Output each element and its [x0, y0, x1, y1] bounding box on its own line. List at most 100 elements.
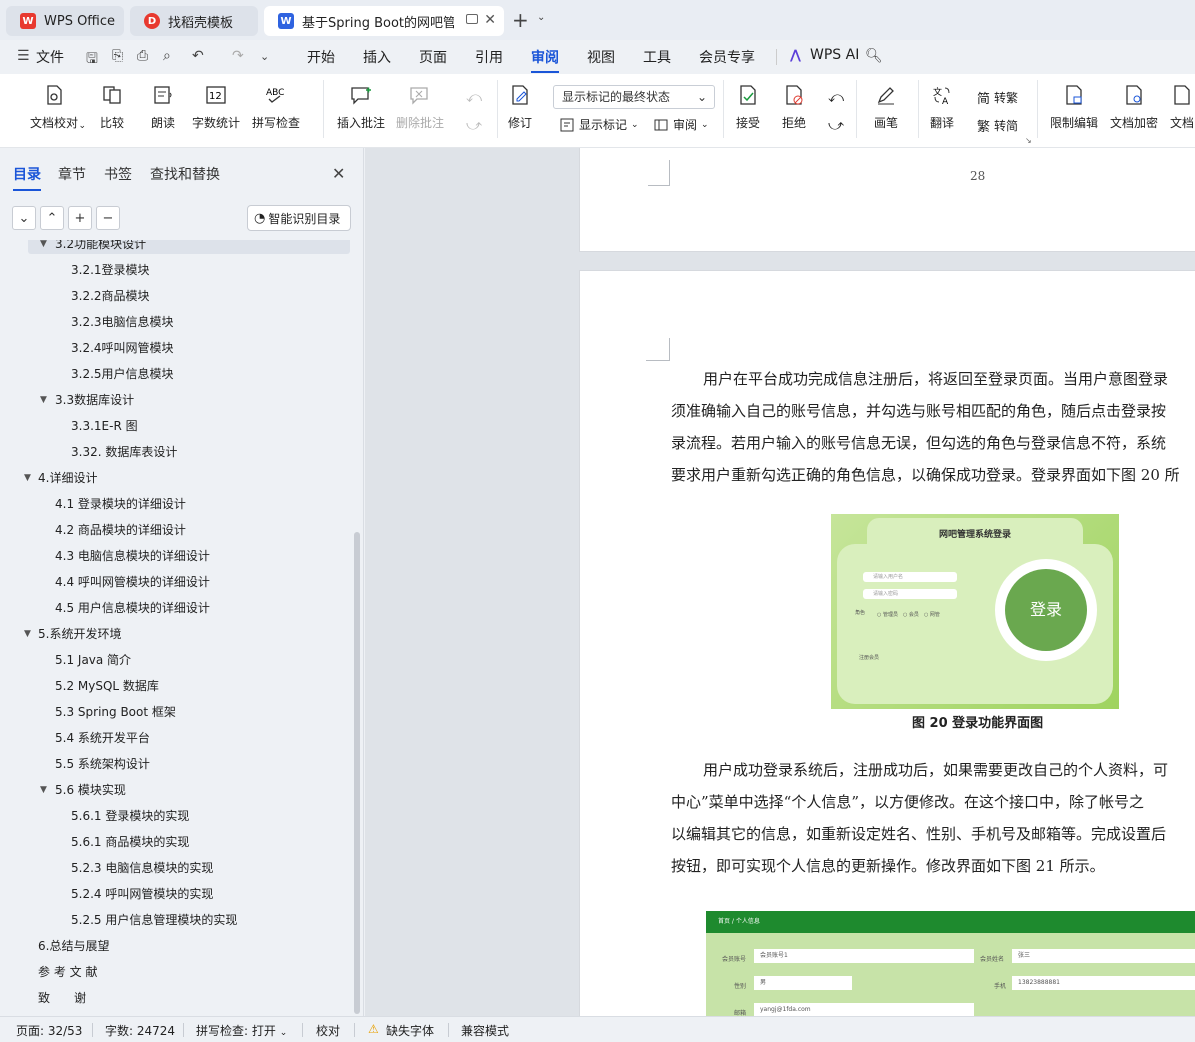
tab-find-replace[interactable]: 查找和替换 [150, 164, 220, 184]
toc-item[interactable]: 4.4 呼叫网管模块的详细设计 [0, 572, 350, 592]
prev-change-icon[interactable]: ⤺ [828, 88, 844, 106]
toc-item[interactable]: 5.5 系统架构设计 [0, 754, 350, 774]
chevron-down-icon[interactable]: ⌄ [260, 50, 269, 63]
menu-tools[interactable]: 工具 [643, 47, 671, 67]
add-heading-button[interactable]: + [68, 206, 92, 230]
proofread-indicator[interactable]: 校对 [316, 1022, 340, 1039]
tab-bookmarks[interactable]: 书签 [104, 164, 132, 184]
share-icon[interactable]: ⎘ [112, 48, 123, 64]
chevron-down-icon[interactable]: ⌄ [537, 12, 545, 23]
toc-item[interactable]: 致 谢 [0, 988, 350, 1008]
menu-wps-ai[interactable]: WPS AI [810, 47, 859, 63]
word-count-indicator[interactable]: 字数: 24724 [105, 1022, 175, 1039]
toc-item[interactable]: 5.6.1 商品模块的实现 [0, 832, 350, 852]
track-changes-button[interactable]: 修订 [508, 84, 532, 131]
doc-more-button[interactable]: 文档 [1170, 84, 1194, 131]
toc-item[interactable]: 5.2 MySQL 数据库 [0, 676, 350, 696]
read-aloud-button[interactable]: 朗读 [151, 84, 175, 131]
expand-triangle-icon[interactable]: ▼ [24, 468, 31, 488]
delete-comment-button[interactable]: 删除批注 [396, 84, 444, 131]
toc-item[interactable]: 4.3 电脑信息模块的详细设计 [0, 546, 350, 566]
redo-icon[interactable]: ↷ [232, 48, 244, 64]
toc-item[interactable]: ▼ 5.系统开发环境 [0, 624, 350, 644]
tab-toc[interactable]: 目录 [13, 164, 41, 191]
toc-item[interactable]: 3.2.4呼叫网管模块 [0, 338, 350, 358]
toc-item[interactable]: ▼ 4.详细设计 [0, 468, 350, 488]
toc-item[interactable]: 6.总结与展望 [0, 936, 350, 956]
menu-insert[interactable]: 插入 [363, 47, 391, 67]
toc-item[interactable]: ▼ 3.3数据库设计 [0, 390, 350, 410]
toc-item[interactable]: 5.2.3 电脑信息模块的实现 [0, 858, 350, 878]
missing-font-indicator[interactable]: 缺失字体 [386, 1022, 434, 1039]
toc-item[interactable]: 4.5 用户信息模块的详细设计 [0, 598, 350, 618]
toc-item[interactable]: 5.1 Java 简介 [0, 650, 350, 670]
translate-button[interactable]: 文A 翻译 [930, 84, 954, 131]
paragraph-login[interactable]: 用户在平台成功完成信息注册后，将返回至登录页面。当用户意图登录 须准确输入自己的… [671, 363, 1180, 491]
toc-item[interactable]: 3.32. 数据库表设计 [0, 442, 350, 462]
doc-encrypt-button[interactable]: 文档加密 [1110, 84, 1158, 131]
print-icon[interactable]: ⎙ [137, 48, 148, 64]
menu-view[interactable]: 视图 [587, 47, 615, 67]
nav-scrollbar[interactable] [354, 532, 360, 1014]
reject-button[interactable]: 拒绝 [782, 84, 806, 131]
toc-item[interactable]: 5.2.4 呼叫网管模块的实现 [0, 884, 350, 904]
save-icon[interactable]: 🖫 [86, 48, 98, 72]
restrict-edit-button[interactable]: 限制编辑 [1050, 84, 1098, 131]
compare-button[interactable]: 比较 [100, 84, 124, 131]
tab-chapters[interactable]: 章节 [58, 164, 86, 184]
new-tab-icon[interactable]: + [512, 8, 529, 32]
undo-icon[interactable]: ↶ [192, 48, 204, 64]
page-indicator[interactable]: 页面: 32/53 [16, 1022, 82, 1039]
menu-home[interactable]: 开始 [307, 47, 335, 67]
print-preview-icon[interactable]: ⌕ [163, 48, 171, 64]
tab-docer[interactable]: D 找稻壳模板 [130, 6, 258, 36]
menu-page[interactable]: 页面 [419, 47, 447, 67]
word-count-button[interactable]: 12 字数统计 [192, 84, 240, 131]
toc-item[interactable]: 5.4 系统开发平台 [0, 728, 350, 748]
close-icon[interactable]: ✕ [332, 164, 345, 183]
toc-item[interactable]: 3.2.3电脑信息模块 [0, 312, 350, 332]
menu-file[interactable]: 文件 [36, 47, 64, 67]
menu-membership[interactable]: 会员专享 [699, 47, 755, 67]
to-simplified-button[interactable]: 繁 转简 [977, 116, 1018, 135]
insert-comment-button[interactable]: 插入批注 [337, 84, 385, 131]
toc-item[interactable]: 3.2.5用户信息模块 [0, 364, 350, 384]
toc-item[interactable]: 5.3 Spring Boot 框架 [0, 702, 350, 722]
toc-item[interactable]: 3.2.1登录模块 [0, 260, 350, 280]
expand-triangle-icon[interactable]: ▼ [24, 624, 31, 644]
toc-item[interactable]: 3.2.2商品模块 [0, 286, 350, 306]
smart-toc-button[interactable]: ◔ 智能识别目录 [247, 205, 351, 231]
spell-check-button[interactable]: ABC 拼写检查 [252, 84, 300, 131]
remove-heading-button[interactable]: − [96, 206, 120, 230]
markup-state-select[interactable]: 显示标记的最终状态 ⌄ [553, 85, 715, 109]
toc-item[interactable]: 5.6.1 登录模块的实现 [0, 806, 350, 826]
doc-proofread-button[interactable]: 文档校对 ⌄ [30, 84, 86, 131]
paragraph-profile[interactable]: 用户成功登录系统后，注册成功后，如果需要更改自己的个人资料，可 中心”菜单中选择… [671, 754, 1168, 882]
next-comment-icon[interactable]: ⤻ [466, 116, 482, 134]
collapse-up-button[interactable]: ⌃ [40, 206, 64, 230]
menu-references[interactable]: 引用 [475, 47, 503, 67]
toc-item[interactable]: 4.2 商品模块的详细设计 [0, 520, 350, 540]
dialog-launcher-icon[interactable]: ↘ [1025, 136, 1032, 145]
search-icon[interactable]: 🔍︎ [865, 48, 883, 64]
toc-item[interactable]: 5.2.5 用户信息管理模块的实现 [0, 910, 350, 930]
review-pane-button[interactable]: 审阅 ⌄ [653, 116, 709, 133]
toc-item[interactable]: 3.3.1E-R 图 [0, 416, 350, 436]
show-markup-button[interactable]: 显示标记 ⌄ [559, 116, 639, 133]
expand-triangle-icon[interactable]: ▼ [40, 780, 47, 800]
toc-item[interactable]: ▼ 5.6 模块实现 [0, 780, 350, 800]
tab-wps-office[interactable]: W WPS Office [6, 6, 124, 36]
expand-triangle-icon[interactable]: ▼ [40, 240, 47, 254]
hamburger-icon[interactable]: ☰ [17, 48, 30, 64]
accept-button[interactable]: 接受 [736, 84, 760, 131]
next-change-icon[interactable]: ⤻ [828, 116, 844, 134]
menu-review[interactable]: 审阅 [531, 47, 559, 73]
document-canvas[interactable]: 28 用户在平台成功完成信息注册后，将返回至登录页面。当用户意图登录 须准确输入… [365, 148, 1195, 1016]
close-tab-icon[interactable]: ✕ [484, 12, 496, 28]
collapse-down-button[interactable]: ⌄ [12, 206, 36, 230]
monitor-icon[interactable] [466, 14, 478, 24]
to-traditional-button[interactable]: 简 转繁 [977, 88, 1018, 107]
toc-item[interactable]: 4.1 登录模块的详细设计 [0, 494, 350, 514]
prev-comment-icon[interactable]: ⤺ [466, 88, 482, 106]
toc-item[interactable]: 参 考 文 献 [0, 962, 350, 982]
